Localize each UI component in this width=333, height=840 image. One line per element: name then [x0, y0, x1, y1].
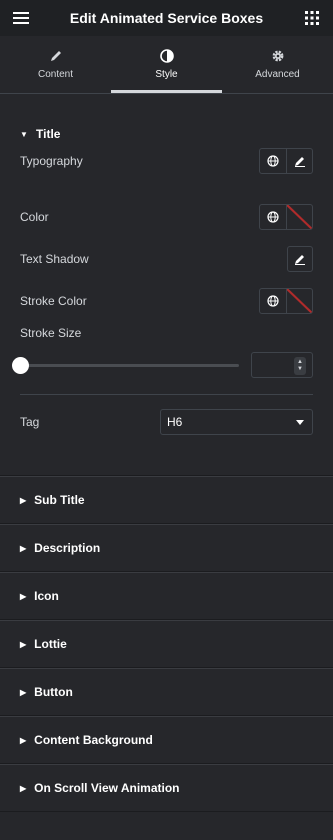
tab-content[interactable]: Content: [0, 36, 111, 93]
section-sub-title[interactable]: ▶ Sub Title: [0, 476, 333, 524]
stroke-size-label: Stroke Size: [20, 326, 82, 340]
pencil-icon: [294, 157, 305, 167]
stroke-color-picker-swatch[interactable]: [286, 289, 312, 313]
tag-row: Tag H6: [20, 409, 313, 435]
tab-style-label: Style: [155, 69, 178, 80]
edit-typography-button[interactable]: [286, 149, 312, 173]
typography-controls: [259, 148, 313, 174]
stroke-size-number-input[interactable]: ▲ ▼: [251, 352, 313, 378]
section-icon[interactable]: ▶ Icon: [0, 572, 333, 620]
tab-advanced[interactable]: Advanced: [222, 36, 333, 93]
gear-icon: [272, 50, 283, 62]
section-label: Sub Title: [34, 493, 85, 507]
section-label: Button: [34, 685, 73, 699]
section-button[interactable]: ▶ Button: [0, 668, 333, 716]
caret-right-icon: ▶: [20, 495, 27, 505]
text-shadow-row: Text Shadow: [20, 246, 313, 272]
tab-style[interactable]: Style: [111, 36, 222, 93]
globe-icon: [267, 155, 279, 167]
globe-icon: [267, 211, 279, 223]
section-description[interactable]: ▶ Description: [0, 524, 333, 572]
caret-right-icon: ▶: [20, 687, 27, 697]
color-picker-swatch[interactable]: [286, 205, 312, 229]
panel-tabs: Content Style Advanced: [0, 36, 333, 94]
stroke-color-label: Stroke Color: [20, 294, 87, 308]
caret-right-icon: ▶: [20, 735, 27, 745]
global-stroke-color-button[interactable]: [260, 289, 286, 313]
widgets-grid-icon[interactable]: [303, 9, 321, 27]
stroke-size-slider-row: ▲ ▼: [12, 352, 313, 378]
text-shadow-label: Text Shadow: [20, 252, 89, 266]
stroke-color-controls: [259, 288, 313, 314]
color-controls: [259, 204, 313, 230]
hamburger-menu-icon[interactable]: [12, 9, 30, 27]
section-lottie[interactable]: ▶ Lottie: [0, 620, 333, 668]
title-section-heading: Title: [36, 127, 61, 141]
section-label: On Scroll View Animation: [34, 781, 180, 795]
section-divider: [20, 394, 313, 395]
tag-label: Tag: [20, 415, 40, 429]
stroke-size-slider-handle[interactable]: [12, 356, 29, 374]
number-spinner-icon[interactable]: ▲ ▼: [294, 357, 306, 375]
pencil-icon: [50, 51, 61, 61]
panel-title: Edit Animated Service Boxes: [69, 10, 264, 26]
tag-select-value: H6: [167, 415, 183, 429]
tag-select[interactable]: H6: [160, 409, 313, 435]
color-row: Color: [20, 204, 313, 230]
section-label: Content Background: [34, 733, 153, 747]
typography-label: Typography: [20, 154, 83, 168]
tab-advanced-label: Advanced: [255, 69, 300, 80]
caret-right-icon: ▶: [20, 639, 27, 649]
editor-header: Edit Animated Service Boxes: [0, 0, 333, 36]
caret-down-icon: ▼: [20, 129, 28, 139]
edit-text-shadow-button[interactable]: [287, 246, 313, 272]
stroke-size-slider-track[interactable]: [12, 356, 239, 374]
pencil-icon: [295, 255, 305, 265]
stroke-color-row: Stroke Color: [20, 288, 313, 314]
contrast-icon: [159, 49, 174, 63]
tab-content-label: Content: [37, 69, 74, 80]
color-label: Color: [20, 210, 49, 224]
caret-right-icon: ▶: [20, 591, 27, 601]
typography-row: Typography: [20, 148, 313, 174]
section-content-background[interactable]: ▶ Content Background: [0, 716, 333, 764]
title-section: ▼ Title Typography Color Text Shadow Str…: [0, 94, 333, 476]
section-label: Icon: [34, 589, 59, 603]
caret-right-icon: ▶: [20, 783, 27, 793]
stroke-size-label-row: Stroke Size: [20, 326, 313, 340]
section-on-scroll-view-animation[interactable]: ▶ On Scroll View Animation: [0, 764, 333, 812]
globe-icon: [267, 295, 279, 307]
caret-down-icon: [296, 419, 304, 425]
section-label: Description: [34, 541, 101, 555]
global-typography-button[interactable]: [260, 149, 286, 173]
global-color-button[interactable]: [260, 205, 286, 229]
section-label: Lottie: [34, 637, 67, 651]
caret-right-icon: ▶: [20, 543, 27, 553]
